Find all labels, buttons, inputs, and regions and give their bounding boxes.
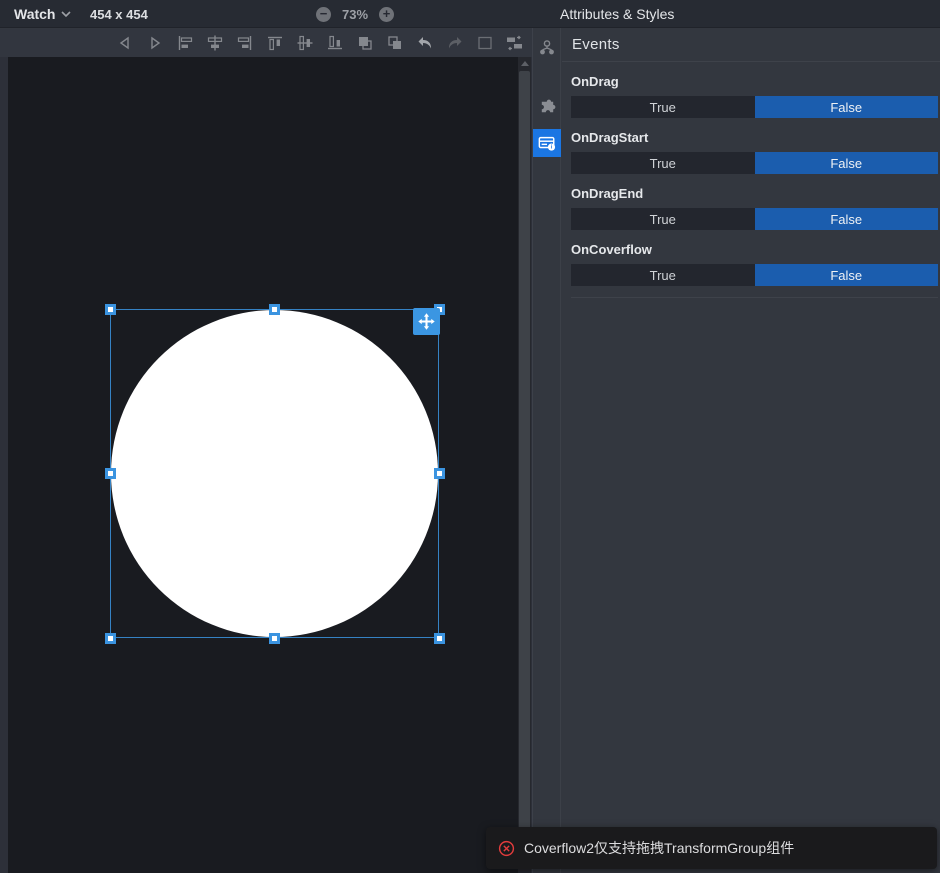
align-top-icon[interactable]	[265, 34, 284, 53]
device-dropdown-label: Watch	[14, 6, 55, 22]
resize-handle-middle-right[interactable]	[434, 468, 445, 479]
canvas-vertical-scrollbar[interactable]	[518, 57, 531, 873]
scrollbar-thumb[interactable]	[519, 71, 530, 857]
event-row: OnCoverflow True False	[571, 242, 938, 286]
ondragend-true-button[interactable]: True	[571, 208, 755, 230]
scroll-up-arrow[interactable]	[518, 57, 531, 70]
error-toast: Coverflow2仅支持拖拽TransformGroup组件	[486, 827, 937, 869]
ondrag-false-button[interactable]: False	[755, 96, 939, 118]
bring-forward-icon[interactable]	[355, 34, 374, 53]
zoom-out-button[interactable]: −	[316, 7, 331, 22]
ondragend-toggle: True False	[571, 208, 938, 230]
events-section-title: Events	[562, 28, 940, 62]
next-icon[interactable]	[145, 34, 164, 53]
swap-component-icon[interactable]	[505, 34, 524, 53]
resize-handle-bottom-center[interactable]	[269, 633, 280, 644]
ondrag-toggle: True False	[571, 96, 938, 118]
frame-icon[interactable]	[475, 34, 494, 53]
zoom-controls: − 73% +	[316, 0, 394, 28]
oncoverflow-false-button[interactable]: False	[755, 264, 939, 286]
panel-title: Attributes & Styles	[560, 0, 674, 28]
resize-handle-bottom-right[interactable]	[434, 633, 445, 644]
zoom-in-button[interactable]: +	[379, 7, 394, 22]
ondrag-true-button[interactable]: True	[571, 96, 755, 118]
chevron-down-icon	[61, 11, 71, 18]
resize-handle-bottom-left[interactable]	[105, 633, 116, 644]
ondragstart-false-button[interactable]: False	[755, 152, 939, 174]
event-label: OnCoverflow	[571, 242, 938, 257]
events-list: OnDrag True False OnDragStart True False…	[562, 74, 940, 298]
canvas-area	[0, 57, 532, 873]
canvas-toolbar	[0, 29, 532, 57]
design-canvas[interactable]	[8, 57, 518, 873]
send-backward-icon[interactable]	[385, 34, 404, 53]
zoom-level-label: 73%	[342, 7, 368, 22]
move-handle-button[interactable]	[413, 308, 440, 335]
ondragstart-true-button[interactable]: True	[571, 152, 755, 174]
event-label: OnDragStart	[571, 130, 938, 145]
event-row: OnDragStart True False	[571, 130, 938, 174]
plugin-icon[interactable]	[533, 93, 561, 121]
ondragstart-toggle: True False	[571, 152, 938, 174]
align-right-icon[interactable]	[235, 34, 254, 53]
prev-icon[interactable]	[115, 34, 134, 53]
move-icon	[417, 312, 436, 331]
toast-message: Coverflow2仅支持拖拽TransformGroup组件	[524, 838, 794, 858]
redo-icon[interactable]	[445, 34, 464, 53]
align-center-horizontal-icon[interactable]	[205, 34, 224, 53]
panel-icon-rail: i	[533, 28, 561, 873]
undo-icon[interactable]	[415, 34, 434, 53]
align-bottom-icon[interactable]	[325, 34, 344, 53]
attributes-panel: i Events OnDrag True False OnDragStart T…	[532, 28, 940, 873]
event-row: OnDragEnd True False	[571, 186, 938, 230]
canvas-size-label: 454 x 454	[90, 0, 148, 28]
panel-body: Events OnDrag True False OnDragStart Tru…	[562, 28, 940, 873]
app-root: Watch 454 x 454 − 73% + Attributes & Sty…	[0, 0, 940, 873]
attributes-panel-icon[interactable]: i	[533, 129, 561, 157]
device-dropdown[interactable]: Watch	[14, 0, 71, 28]
ondragend-false-button[interactable]: False	[755, 208, 939, 230]
top-bar: Watch 454 x 454 − 73% + Attributes & Sty…	[0, 0, 940, 28]
event-row: OnDrag True False	[571, 74, 938, 118]
oncoverflow-true-button[interactable]: True	[571, 264, 755, 286]
resize-handle-middle-left[interactable]	[105, 468, 116, 479]
event-label: OnDragEnd	[571, 186, 938, 201]
align-left-icon[interactable]	[175, 34, 194, 53]
resize-handle-top-left[interactable]	[105, 304, 116, 315]
selected-circle-shape[interactable]	[111, 310, 438, 637]
oncoverflow-toggle: True False	[571, 264, 938, 286]
resize-handle-top-center[interactable]	[269, 304, 280, 315]
error-circle-icon	[498, 840, 515, 857]
events-section-divider	[571, 297, 938, 298]
event-label: OnDrag	[571, 74, 938, 89]
hierarchy-icon[interactable]	[533, 34, 561, 62]
align-middle-vertical-icon[interactable]	[295, 34, 314, 53]
